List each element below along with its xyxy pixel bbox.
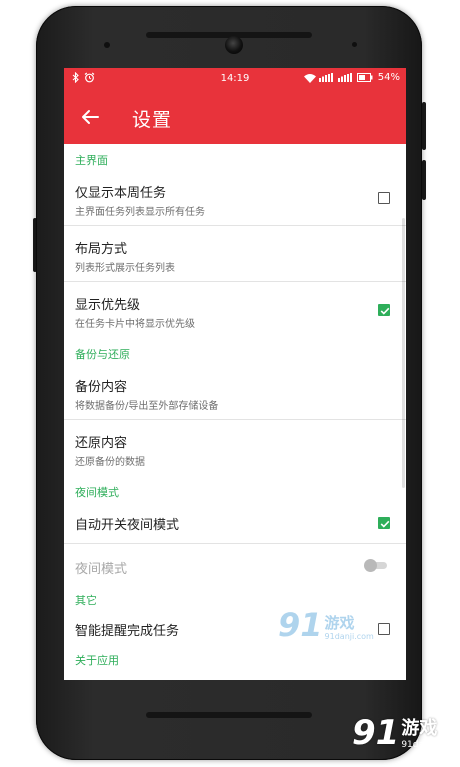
setting-title: 智能提醒完成任务 bbox=[75, 624, 180, 639]
section-header-about: 关于应用 bbox=[75, 654, 119, 667]
front-camera bbox=[225, 36, 243, 54]
wifi-icon bbox=[303, 73, 316, 83]
back-arrow-icon[interactable] bbox=[78, 105, 102, 129]
setting-subtitle: 还原备份的数据 bbox=[75, 457, 145, 468]
scrollbar[interactable] bbox=[402, 218, 405, 488]
proximity-sensor bbox=[104, 42, 110, 48]
battery-icon bbox=[356, 73, 373, 82]
setting-layout-mode[interactable]: 布局方式 列表形式展示任务列表 bbox=[64, 226, 406, 282]
section-header-backup: 备份与还原 bbox=[75, 348, 130, 361]
stage: 14:19 54% 设置 主界面 仅显示本周任务 主界面任务列表显示所有任务 布… bbox=[0, 0, 460, 767]
setting-subtitle: 列表形式展示任务列表 bbox=[75, 263, 175, 274]
setting-title: 布局方式 bbox=[75, 242, 128, 257]
watermark-number: 91 bbox=[352, 713, 400, 753]
setting-title: 还原内容 bbox=[75, 436, 128, 451]
setting-title: 备份内容 bbox=[75, 380, 128, 395]
setting-backup[interactable]: 备份内容 将数据备份/导出至外部存储设备 bbox=[64, 364, 406, 420]
watermark-url: 91danji.com bbox=[401, 740, 457, 750]
setting-restore[interactable]: 还原内容 还原备份的数据 bbox=[64, 420, 406, 476]
signal-icon-2 bbox=[337, 73, 354, 82]
watermark-brand: 游戏 bbox=[324, 614, 355, 632]
watermark-text: 游戏 91danji.com bbox=[401, 720, 456, 750]
setting-title: 仅显示本周任务 bbox=[75, 186, 167, 201]
status-right-icons: 54% bbox=[303, 72, 400, 83]
screen: 14:19 54% 设置 主界面 仅显示本周任务 主界面任务列表显示所有任务 布… bbox=[64, 68, 406, 680]
setting-subtitle: 主界面任务列表显示所有任务 bbox=[75, 207, 205, 218]
setting-auto-night-mode[interactable]: 自动开关夜间模式 bbox=[64, 502, 406, 544]
watermark-number: 91 bbox=[278, 606, 323, 644]
app-bar: 设置 bbox=[64, 90, 406, 144]
toggle-switch[interactable] bbox=[364, 559, 390, 572]
setting-title: 自动开关夜间模式 bbox=[75, 518, 180, 533]
setting-night-mode[interactable]: 夜间模式 bbox=[64, 544, 406, 586]
signal-icon bbox=[318, 73, 335, 82]
status-bar: 14:19 54% bbox=[64, 68, 406, 90]
checkbox-checked-icon[interactable] bbox=[378, 517, 390, 529]
power-button bbox=[422, 102, 426, 150]
bottom-speaker bbox=[146, 712, 312, 718]
watermark-url: 91danji.com bbox=[324, 632, 374, 641]
watermark-text: 游戏 91danji.com bbox=[325, 616, 374, 641]
section-header-other: 其它 bbox=[75, 594, 97, 607]
checkbox-icon[interactable] bbox=[378, 192, 390, 204]
section-header-main: 主界面 bbox=[75, 154, 108, 167]
setting-title: 显示优先级 bbox=[75, 298, 141, 313]
checkbox-checked-icon[interactable] bbox=[378, 304, 390, 316]
section-header-night: 夜间模式 bbox=[75, 486, 119, 499]
light-sensor bbox=[352, 42, 357, 47]
watermark-corner: 91 游戏 91danji.com bbox=[352, 716, 457, 750]
toggle-thumb bbox=[364, 559, 377, 572]
setting-this-week-only[interactable]: 仅显示本周任务 主界面任务列表显示所有任务 bbox=[64, 170, 406, 226]
settings-list: 主界面 仅显示本周任务 主界面任务列表显示所有任务 布局方式 列表形式展示任务列… bbox=[64, 144, 406, 670]
page-title: 设置 bbox=[132, 109, 173, 131]
side-button bbox=[422, 160, 426, 200]
setting-subtitle: 将数据备份/导出至外部存储设备 bbox=[75, 401, 219, 412]
checkbox-icon[interactable] bbox=[378, 623, 390, 635]
watermark-brand: 游戏 bbox=[401, 718, 438, 739]
setting-show-priority[interactable]: 显示优先级 在任务卡片中将显示优先级 bbox=[64, 282, 406, 338]
battery-percent: 54% bbox=[377, 72, 400, 83]
watermark-center: 91 游戏 91danji.com bbox=[278, 609, 374, 641]
setting-title: 夜间模式 bbox=[75, 562, 128, 577]
setting-subtitle: 在任务卡片中将显示优先级 bbox=[75, 319, 195, 330]
